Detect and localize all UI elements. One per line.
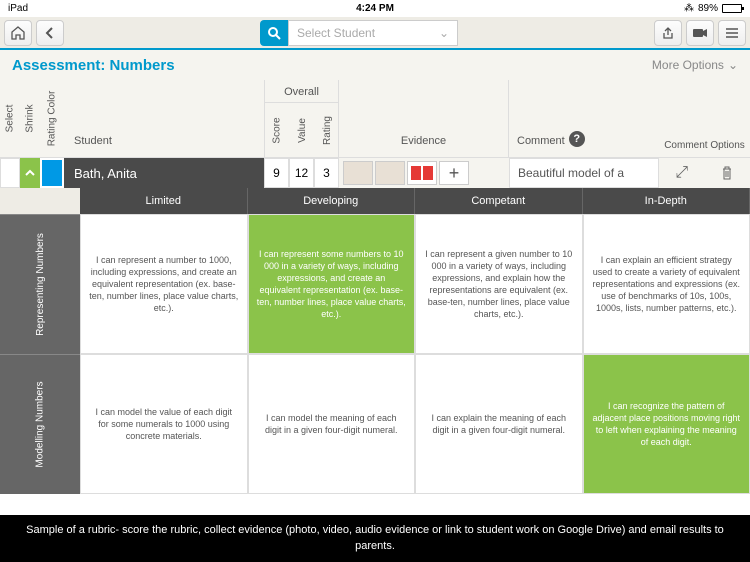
col-value: Value <box>297 118 308 143</box>
page-title: Assessment: Numbers <box>12 57 175 74</box>
evidence-cell: + <box>339 158 509 188</box>
col-rating: Rating <box>322 116 333 145</box>
rubric-cell[interactable]: I can explain the meaning of each digit … <box>415 354 583 494</box>
evidence-thumb[interactable] <box>375 161 405 185</box>
rubric-cell[interactable]: I can represent some numbers to 10 000 i… <box>248 214 416 354</box>
col-shrink: Shrink <box>25 104 36 132</box>
rubric-cell[interactable]: I can represent a given number to 10 000… <box>415 214 583 354</box>
more-options-button[interactable]: More Options ⌄ <box>652 58 738 72</box>
level-header: Competant <box>415 188 583 214</box>
menu-button[interactable] <box>718 20 746 46</box>
rating-color-swatch[interactable] <box>40 158 64 188</box>
evidence-thumb[interactable] <box>343 161 373 185</box>
clock: 4:24 PM <box>356 3 394 14</box>
rubric-cell[interactable]: I can represent a number to 1000, includ… <box>80 214 248 354</box>
help-icon[interactable]: ? <box>569 131 585 147</box>
col-select: Select <box>5 105 16 133</box>
home-button[interactable] <box>4 20 32 46</box>
rubric-cell[interactable]: I can model the value of each digit for … <box>80 354 248 494</box>
trash-icon[interactable] <box>718 164 736 182</box>
rubric-cell[interactable]: I can explain an efficient strategy used… <box>583 214 750 354</box>
back-button[interactable] <box>36 20 64 46</box>
value-value: 12 <box>289 158 314 188</box>
col-comment-options: Comment Options <box>664 140 745 151</box>
col-evidence: Evidence <box>339 80 509 157</box>
expand-icon[interactable]: ⤢ <box>673 164 691 182</box>
student-select[interactable]: Select Student ⌄ <box>288 20 458 46</box>
col-rating-color: Rating Color <box>47 91 58 147</box>
bluetooth-icon: ⁂ <box>684 3 694 14</box>
student-name[interactable]: Bath, Anita <box>64 158 264 188</box>
col-overall: Overall <box>265 86 338 103</box>
caption: Sample of a rubric- score the rubric, co… <box>0 515 750 562</box>
criterion-label: Modelling Numbers <box>0 354 80 494</box>
level-header: Limited <box>80 188 248 214</box>
comment-field[interactable]: Beautiful model of a <box>509 158 659 188</box>
score-value: 9 <box>264 158 289 188</box>
chevron-down-icon: ⌄ <box>728 58 738 72</box>
rating-value: 3 <box>314 158 339 188</box>
chevron-down-icon: ⌄ <box>439 26 449 40</box>
col-student: Student <box>64 80 264 157</box>
collapse-button[interactable] <box>20 158 40 188</box>
evidence-thumb[interactable] <box>407 161 437 185</box>
share-button[interactable] <box>654 20 682 46</box>
level-header: Developing <box>248 188 416 214</box>
select-checkbox[interactable] <box>0 158 20 188</box>
rubric-cell[interactable]: I can model the meaning of each digit in… <box>248 354 416 494</box>
criterion-label: Representing Numbers <box>0 214 80 354</box>
student-select-placeholder: Select Student <box>297 26 375 40</box>
battery-percent: 89% <box>698 3 718 14</box>
col-comment: Comment <box>517 135 565 147</box>
add-evidence-button[interactable]: + <box>439 161 469 185</box>
battery-icon <box>722 4 742 13</box>
level-header: In-Depth <box>583 188 750 214</box>
device-label: iPad <box>8 3 28 14</box>
rubric-cell[interactable]: I can recognize the pattern of adjacent … <box>583 354 750 494</box>
camera-button[interactable] <box>686 20 714 46</box>
search-button[interactable] <box>260 20 288 46</box>
col-score: Score <box>272 117 283 143</box>
